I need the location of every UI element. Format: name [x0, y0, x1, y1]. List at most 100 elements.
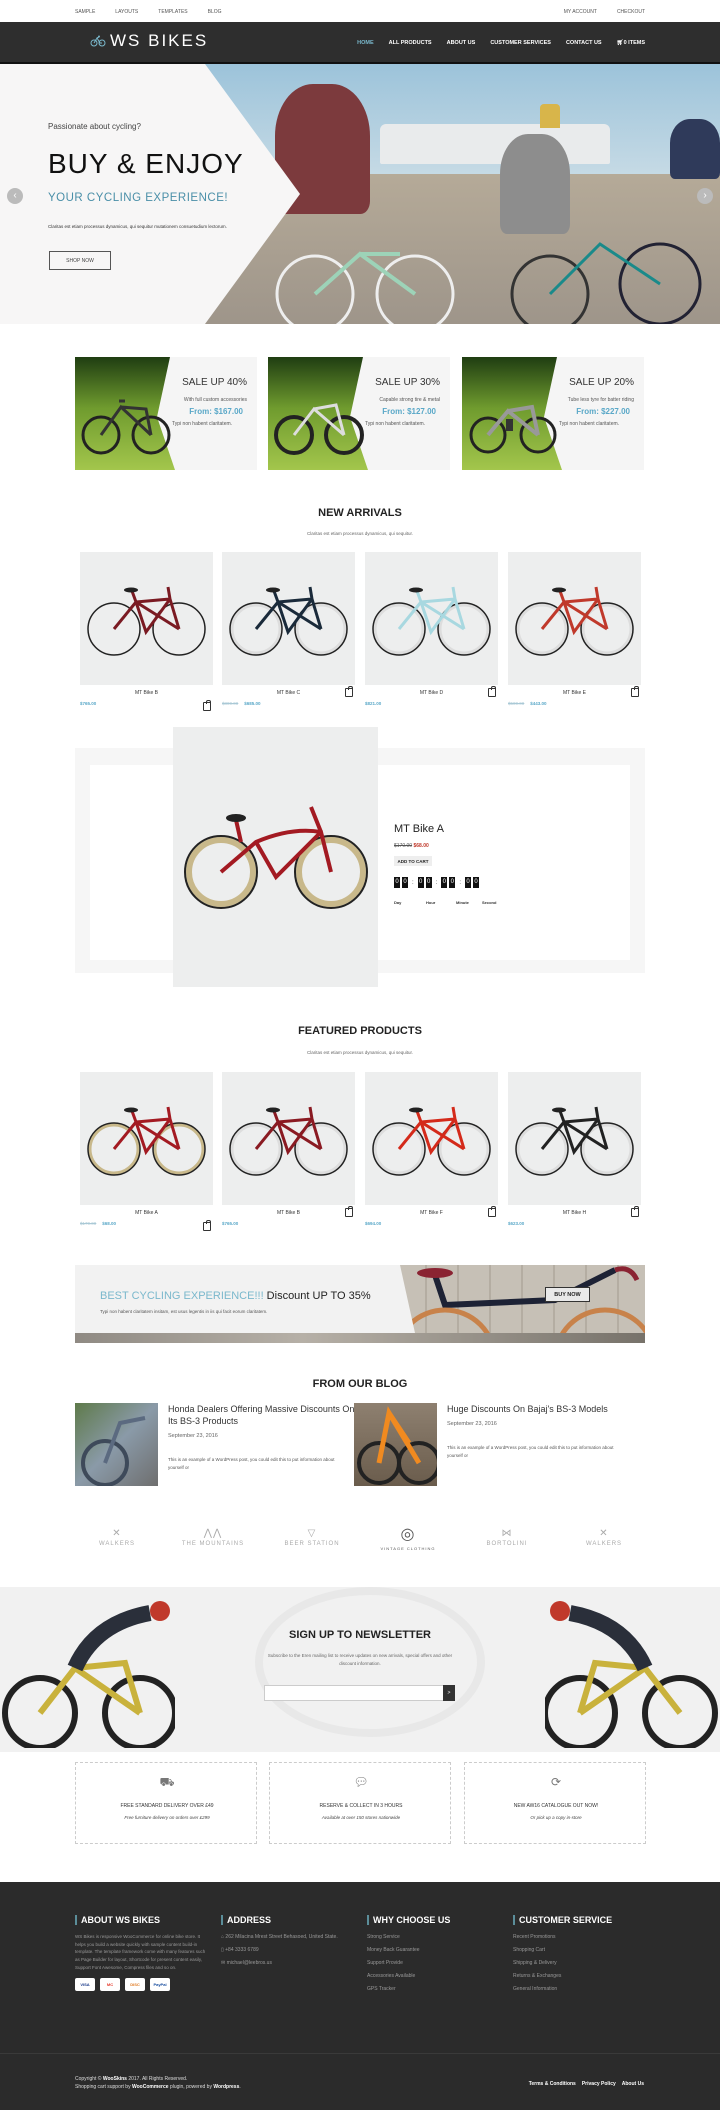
nav-cart[interactable]: 🛒︎0 ITEMS — [617, 40, 645, 46]
product-name[interactable]: MT Bike C — [222, 690, 355, 696]
wooskins-link[interactable]: WooSkins — [103, 2076, 127, 2082]
footer-why-link[interactable]: Money Back Guarantee — [367, 1947, 450, 1953]
topbar-link-templates[interactable]: TEMPLATES — [158, 9, 187, 15]
deal-product-image[interactable] — [173, 727, 378, 987]
footer-cs-link[interactable]: Shipping & Delivery — [513, 1960, 612, 1966]
newsletter-email-input[interactable] — [264, 1685, 444, 1701]
product-image[interactable] — [80, 1072, 213, 1205]
footer-cs-link[interactable]: Returns & Exchanges — [513, 1973, 612, 1979]
product-image[interactable] — [365, 1072, 498, 1205]
shopping-bag-icon[interactable] — [631, 686, 639, 697]
blog-post-title[interactable]: Huge Discounts On Bajaj's BS-3 Models — [447, 1404, 647, 1416]
brand-logo-the-mountains[interactable]: ⋀⋀ THE MOUNTAINS — [178, 1518, 248, 1556]
product-name[interactable]: MT Bike E — [508, 690, 641, 696]
product-card[interactable]: MT Bike F $694.00 — [365, 1072, 498, 1226]
brand-logo-vintage-clothing[interactable]: ◎ VINTAGE CLOTHING — [373, 1518, 443, 1556]
footer-why-link[interactable]: Support Provide — [367, 1960, 450, 1966]
sale-card[interactable]: SALE UP 20% Tube less tyre for batter ri… — [462, 357, 644, 470]
topbar-link-checkout[interactable]: CHECKOUT — [617, 9, 645, 15]
product-name[interactable]: MT Bike B — [80, 690, 213, 696]
footer-cs-link[interactable]: Shopping Cart — [513, 1947, 612, 1953]
footer-why: WHY CHOOSE US Strong Service Money Back … — [367, 1915, 450, 1992]
blog-post-image[interactable] — [75, 1403, 158, 1487]
product-current-price: $821.00 — [365, 701, 382, 706]
shopping-bag-icon[interactable] — [488, 686, 496, 697]
product-price: $821.00 — [365, 701, 381, 706]
nav-customer-services[interactable]: CUSTOMER SERVICES — [490, 40, 551, 46]
product-image[interactable] — [80, 552, 213, 685]
product-name[interactable]: MT Bike D — [365, 690, 498, 696]
brand-logo-walkers[interactable]: ✕ WALKERS — [569, 1518, 639, 1556]
shopping-bag-icon[interactable] — [488, 1206, 496, 1217]
feature-box: ⛟ FREE STANDARD DELIVERY OVER £49 Free f… — [75, 1762, 257, 1844]
product-card[interactable]: MT Bike H $623.00 — [508, 1072, 641, 1226]
blog-post-image[interactable] — [354, 1403, 441, 1486]
footer-address: ADDRESS ⌂ 262 Milacina Mrest Street Beha… — [221, 1915, 338, 1966]
countdown-day-digit: 0 — [402, 877, 408, 888]
slider-next-icon[interactable]: › — [697, 188, 713, 204]
topbar-link-blog[interactable]: BLOG — [208, 9, 222, 15]
privacy-policy-link[interactable]: Privacy Policy — [582, 2081, 616, 2087]
shopping-bag-icon[interactable] — [203, 700, 211, 711]
product-card[interactable]: MT Bike A $170.00 $68.00 — [80, 1072, 213, 1231]
product-card[interactable]: MT Bike B $765.00 — [80, 552, 213, 711]
brand-logo-bortolini[interactable]: ⋈ BORTOLINI — [472, 1518, 542, 1556]
hero-tagline: Passionate about cycling? — [48, 122, 141, 131]
product-name[interactable]: MT Bike B — [222, 1210, 355, 1216]
nav-all-products[interactable]: ALL PRODUCTS — [389, 40, 432, 46]
product-image[interactable] — [508, 1072, 641, 1205]
countdown-label-second: Second — [482, 900, 497, 905]
about-us-link[interactable]: About Us — [622, 2081, 644, 2087]
product-price: $765.00 — [222, 1221, 238, 1226]
copyright: Copyright © WooSkins 2017. All Rights Re… — [75, 2076, 241, 2090]
product-card[interactable]: MT Bike D $821.00 — [365, 552, 498, 706]
nav-about-us[interactable]: ABOUT US — [447, 40, 476, 46]
bicycle-image — [87, 586, 206, 656]
deal-product-name[interactable]: MT Bike A — [394, 823, 444, 835]
woocommerce-link[interactable]: WooCommerce — [132, 2084, 169, 2090]
product-card[interactable]: MT Bike B $765.00 — [222, 1072, 355, 1226]
deal-price: $170.00 $68.00 — [394, 843, 429, 849]
brand-logo-walkers[interactable]: ✕ WALKERS — [82, 1518, 152, 1556]
sale-card[interactable]: SALE UP 30% Capable strong tire & metal … — [268, 357, 450, 470]
wordpress-link[interactable]: Wordpress — [213, 2084, 239, 2090]
terms-link[interactable]: Terms & Conditions — [529, 2081, 576, 2087]
buy-now-button[interactable]: BUY NOW — [545, 1287, 590, 1302]
footer-email[interactable]: ✉ michael@leebros.us — [221, 1960, 338, 1966]
shopping-bag-icon[interactable] — [345, 686, 353, 697]
product-name[interactable]: MT Bike H — [508, 1210, 641, 1216]
footer-cs-link[interactable]: General Information — [513, 1986, 612, 1992]
shopping-bag-icon[interactable] — [203, 1220, 211, 1231]
add-to-cart-button[interactable]: ADD TO CART — [394, 856, 432, 866]
brand-logo-beer-station[interactable]: ▽ BEER STATION — [277, 1518, 347, 1556]
topbar-link-layouts[interactable]: LAYOUTS — [115, 9, 138, 15]
topbar-link-sample[interactable]: SAMPLE — [75, 9, 95, 15]
footer-why-link[interactable]: Accessories Available — [367, 1973, 450, 1979]
product-name[interactable]: MT Bike A — [80, 1210, 213, 1216]
nav-contact-us[interactable]: CONTACT US — [566, 40, 602, 46]
shop-now-button[interactable]: SHOP NOW — [49, 251, 111, 270]
blog-post-title[interactable]: Honda Dealers Offering Massive Discounts… — [168, 1404, 358, 1427]
product-image[interactable] — [508, 552, 641, 685]
product-name[interactable]: MT Bike F — [365, 1210, 498, 1216]
product-card[interactable]: MT Bike C $800.00 $685.00 — [222, 552, 355, 706]
topbar-link-my-account[interactable]: MY ACCOUNT — [564, 9, 597, 15]
site-logo[interactable]: WS BIKES — [90, 31, 208, 51]
footer-why-link[interactable]: Strong Service — [367, 1934, 450, 1940]
newsletter-submit-button[interactable]: > — [443, 1685, 455, 1701]
countdown-label-minute: Minute — [456, 900, 469, 905]
product-image[interactable] — [222, 1072, 355, 1205]
slider-prev-icon[interactable]: ‹ — [7, 188, 23, 204]
product-current-price: $623.00 — [508, 1221, 525, 1226]
sale-price: From: $127.00 — [382, 407, 436, 416]
product-card[interactable]: MT Bike E $500.00 $443.00 — [508, 552, 641, 706]
footer-cs-link[interactable]: Recent Promotions — [513, 1934, 612, 1940]
nav-home[interactable]: HOME — [357, 40, 374, 46]
shopping-bag-icon[interactable] — [631, 1206, 639, 1217]
footer-why-link[interactable]: GPS Tracker — [367, 1986, 450, 1992]
hero-ship-funnel — [540, 104, 560, 128]
shopping-bag-icon[interactable] — [345, 1206, 353, 1217]
sale-card[interactable]: SALE UP 40% With full custom accessories… — [75, 357, 257, 470]
product-image[interactable] — [222, 552, 355, 685]
product-image[interactable] — [365, 552, 498, 685]
